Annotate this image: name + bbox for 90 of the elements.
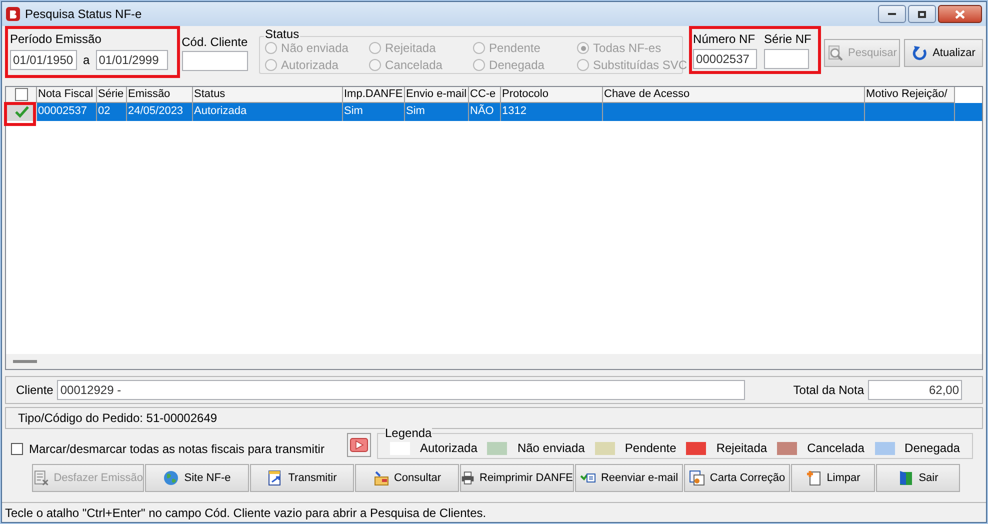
- radio-button[interactable]: [473, 58, 486, 70]
- table-cell-text: Sim: [406, 104, 425, 119]
- group-label: Legenda: [385, 427, 432, 439]
- printer-icon: [461, 470, 474, 486]
- table-cell-text: Autorizada: [194, 104, 247, 119]
- scroll-thumb[interactable]: [13, 360, 37, 363]
- column-header[interactable]: Status: [193, 87, 343, 103]
- radio-button[interactable]: [265, 42, 278, 54]
- legend-label: Não enviada: [517, 440, 585, 457]
- checkbox-label: Marcar/desmarcar todas as notas fiscais para transmitir: [29, 441, 324, 458]
- radio-label: Denegada: [489, 56, 544, 74]
- legend-label: Rejeitada: [716, 440, 768, 457]
- check-icon[interactable]: [14, 106, 28, 118]
- toolbar-button[interactable]: Atualizar: [904, 39, 983, 67]
- table-cell-text: Sim: [344, 104, 363, 119]
- toolbar-button[interactable]: Reenviar e-mail: [575, 464, 683, 492]
- toolbar-button[interactable]: Limpar: [791, 464, 875, 492]
- column-header[interactable]: Motivo Rejeição/: [865, 87, 955, 103]
- input-field[interactable]: [182, 51, 248, 71]
- client-field[interactable]: 00012929 -: [57, 380, 746, 400]
- radio-button[interactable]: [577, 58, 589, 70]
- legend-label: Pendente: [624, 440, 676, 457]
- select-all-checkbox[interactable]: [14, 88, 28, 101]
- table-cell-text: 1312: [502, 104, 526, 119]
- documents-icon: [688, 470, 705, 486]
- date-field[interactable]: 01/01/1950: [10, 50, 77, 70]
- range-separator: a: [83, 52, 90, 69]
- folder-icon: [372, 470, 389, 486]
- input-field[interactable]: [764, 49, 810, 69]
- radio-button[interactable]: [369, 58, 382, 70]
- toolbar-button[interactable]: Sair: [876, 464, 960, 492]
- toolbar-button[interactable]: Reimprimir DANFE: [460, 464, 574, 492]
- toolbar-button[interactable]: Transmitir: [250, 464, 354, 492]
- magnifier-icon: [827, 45, 844, 61]
- field-label: Período Emissão: [10, 31, 102, 48]
- globe-icon: [163, 470, 180, 486]
- field-label: Cód. Cliente: [182, 34, 249, 51]
- close-button[interactable]: [938, 5, 982, 23]
- radio-label: Não enviada: [281, 40, 348, 57]
- table-cell-text: 00002537: [38, 104, 87, 119]
- legend-label: Autorizada: [420, 440, 478, 457]
- toolbar-button[interactable]: Site NF-e: [145, 464, 249, 492]
- maximize-button[interactable]: [908, 5, 936, 23]
- column-header[interactable]: Envio e-mail: [405, 87, 469, 103]
- field-label: Número NF: [693, 31, 756, 48]
- field-label: Série NF: [764, 31, 812, 48]
- input-field[interactable]: 00002537: [693, 49, 758, 69]
- column-header[interactable]: Chave de Acesso: [603, 87, 865, 103]
- radio-label: Autorizada: [281, 56, 338, 74]
- column-header[interactable]: Protocolo: [501, 87, 603, 103]
- toolbar-button[interactable]: Consultar: [355, 464, 459, 492]
- radio-button[interactable]: [369, 42, 382, 54]
- checkbox[interactable]: [11, 443, 23, 455]
- new-document-icon: [806, 470, 822, 486]
- radio-label: Substituídas SVC: [592, 56, 688, 74]
- table-cell-text: 24/05/2023: [128, 104, 184, 119]
- total-field[interactable]: 62,00: [868, 380, 962, 400]
- radio-label: Pendente: [489, 40, 540, 57]
- radio-button[interactable]: [473, 42, 486, 54]
- group-label: Status: [264, 28, 300, 40]
- status-text: Tecle o atalho "Ctrl+Enter" no campo Cód. Cliente vazio para abrir a Pesquisa de Clientes.: [5, 504, 486, 522]
- radio-label: Rejeitada: [385, 40, 436, 57]
- door-icon: [898, 470, 914, 486]
- minimize-button[interactable]: [878, 5, 906, 23]
- column-header[interactable]: Nota Fiscal: [37, 87, 97, 103]
- legend-label: Denegada: [904, 440, 960, 457]
- radio-label: Cancelada: [385, 56, 442, 74]
- document-icon: [33, 470, 49, 486]
- date-field[interactable]: 01/01/2999: [96, 50, 168, 70]
- table-row[interactable]: 00002537 02 24/05/2023 Autorizada Sim Sim NÃO 1312: [6, 103, 982, 121]
- radio-button[interactable]: [265, 58, 278, 70]
- column-header[interactable]: Imp.DANFE: [343, 87, 405, 103]
- close-icon: [955, 10, 965, 18]
- window-title: Pesquisa Status NF-e: [25, 6, 143, 23]
- column-header[interactable]: Série: [97, 87, 127, 103]
- app-logo-icon: [6, 7, 20, 21]
- legend-label: Cancelada: [807, 440, 864, 457]
- table-cell-text: NÃO: [470, 103, 494, 119]
- field-label: Total da Nota: [793, 382, 864, 399]
- field-label: Cliente: [16, 382, 54, 399]
- column-header[interactable]: CC-e: [469, 87, 501, 103]
- table-cell-text: 02: [98, 104, 110, 119]
- refresh-icon: [912, 45, 928, 61]
- play-button[interactable]: [347, 433, 371, 457]
- column-header[interactable]: Emissão: [127, 87, 193, 103]
- radio-label: Todas NF-es: [593, 40, 662, 57]
- order-info: Tipo/Código do Pedido: 51-00002649: [18, 410, 218, 427]
- radio-button[interactable]: [577, 42, 590, 54]
- horizontal-scrollbar[interactable]: [6, 354, 982, 369]
- toolbar-button[interactable]: Carta Correção: [684, 464, 790, 492]
